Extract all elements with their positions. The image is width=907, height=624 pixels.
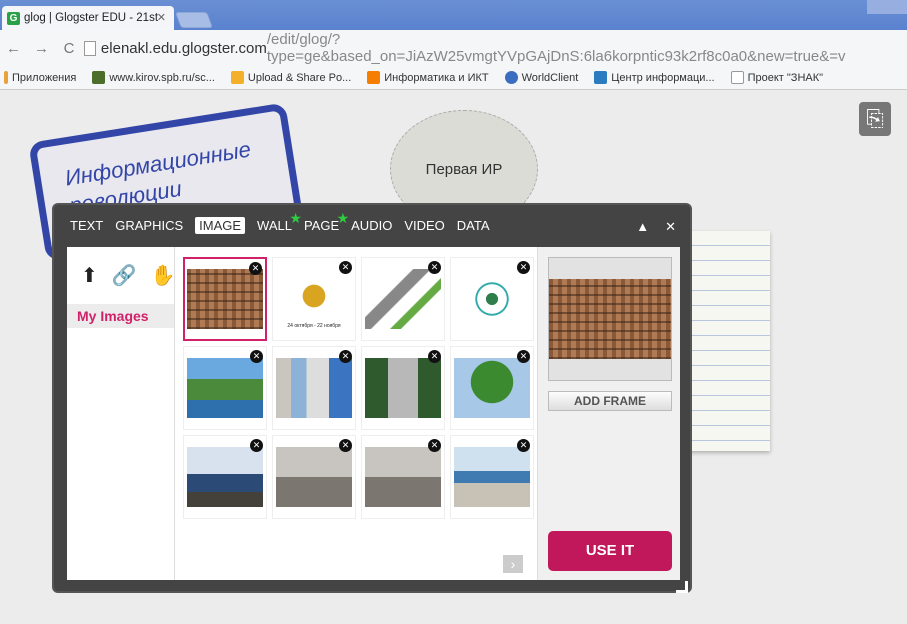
lake-image	[187, 447, 263, 507]
house-image	[454, 447, 530, 507]
page-icon	[84, 40, 96, 56]
upload-icon	[230, 71, 244, 84]
next-page-arrow-icon[interactable]: ›	[503, 555, 523, 573]
tab-page[interactable]: PAGE ★	[304, 210, 349, 233]
image-preview	[548, 257, 672, 381]
delete-icon[interactable]: ✕	[339, 350, 352, 363]
collapse-icon[interactable]: ▲	[636, 219, 649, 235]
star-icon: ★	[289, 210, 302, 226]
upload-arrow-icon[interactable]: ⬆	[81, 263, 98, 288]
delete-icon[interactable]: ✕	[250, 439, 263, 452]
my-images-item[interactable]: My Images	[67, 304, 174, 328]
forward-icon[interactable]: →	[34, 40, 49, 57]
thumb-mountain[interactable]: ✕	[183, 346, 267, 430]
microscope-image	[365, 269, 441, 329]
delete-icon[interactable]: ✕	[428, 350, 441, 363]
bridge-image	[365, 358, 441, 418]
thumb-board[interactable]: ✕	[272, 346, 356, 430]
preview-cuneiform-image	[549, 279, 671, 359]
thumb-fountain-2[interactable]: ✕	[361, 435, 445, 519]
thumb-house[interactable]: ✕	[450, 435, 534, 519]
tree-image	[454, 358, 530, 418]
delete-icon[interactable]: ✕	[250, 350, 263, 363]
thumb-lake[interactable]: ✕	[183, 435, 267, 519]
hand-icon[interactable]: ✋	[151, 263, 176, 288]
cuneiform-image	[187, 269, 263, 329]
blogger-icon	[367, 71, 381, 84]
kirov-icon	[92, 71, 106, 84]
apps-icon	[4, 71, 8, 84]
tab-wall[interactable]: WALL ★	[257, 210, 302, 233]
thumb-scorpion[interactable]: 24 октября - 22 ноября ✕	[272, 257, 356, 341]
tab-video[interactable]: VIDEO	[404, 218, 444, 233]
add-frame-button[interactable]: ADD FRAME	[548, 391, 672, 411]
thumb-microscope[interactable]: ✕	[361, 257, 445, 341]
thumb-fountain-1[interactable]: ✕	[272, 435, 356, 519]
image-dialog: TEXT GRAPHICS IMAGE WALL ★ PAGE ★ AUDIO VI…	[52, 203, 692, 593]
back-icon[interactable]: ←	[6, 40, 21, 57]
tab-strip: G glog | Glogster EDU - 21st ✕	[0, 0, 907, 30]
delete-icon[interactable]: ✕	[339, 439, 352, 452]
bookmarks-bar: Приложения www.kirov.spb.ru/sc... Upload…	[0, 66, 907, 90]
tab-title: glog | Glogster EDU - 21st	[24, 12, 159, 24]
tab-graphics[interactable]: GRAPHICS	[115, 218, 183, 233]
tab-data[interactable]: DATA	[457, 218, 490, 233]
resize-handle[interactable]	[676, 581, 688, 593]
link-icon[interactable]: 🔗	[112, 263, 137, 288]
bookmark-worldclient[interactable]: WorldClient	[504, 71, 578, 84]
thumb-circle-diagram[interactable]: ✕	[450, 257, 534, 341]
thumb-bridge[interactable]: ✕	[361, 346, 445, 430]
scorpion-caption: 24 октября - 22 ноября	[287, 323, 341, 329]
circle-diagram-image	[454, 269, 530, 329]
delete-icon[interactable]: ✕	[339, 261, 352, 274]
page-icon	[730, 71, 744, 84]
circle-text: Первая ИР	[425, 160, 503, 178]
lined-paper-sticker[interactable]	[680, 231, 770, 451]
delete-icon[interactable]: ✕	[249, 262, 262, 275]
board-image	[276, 358, 352, 418]
mountain-image	[187, 358, 263, 418]
fountain-image	[276, 447, 352, 507]
use-it-button[interactable]: USE IT	[548, 531, 672, 571]
preview-panel: ADD FRAME USE IT	[537, 247, 680, 580]
bookmark-center[interactable]: Центр информаци...	[594, 71, 715, 84]
dialog-body: ⬆ 🔗 ✋ My Images ✕ 24 октября - 22 ноября…	[67, 247, 680, 580]
tab-close-icon[interactable]: ✕	[157, 11, 166, 24]
close-icon[interactable]: ✕	[665, 219, 676, 235]
thumb-tree[interactable]: ✕	[450, 346, 534, 430]
dialog-menu: TEXT GRAPHICS IMAGE WALL ★ PAGE ★ AUDIO VI…	[70, 210, 502, 234]
url-path: /edit/glog/?type=ge&based_on=JiAzW25vmgt…	[266, 31, 846, 65]
delete-icon[interactable]: ✕	[517, 350, 530, 363]
delete-icon[interactable]: ✕	[517, 261, 530, 274]
glogster-favicon: G	[7, 11, 20, 25]
tab-audio[interactable]: AUDIO	[351, 218, 392, 233]
delete-icon[interactable]: ✕	[517, 439, 530, 452]
browser-toolbar: ← → C elenakl.edu.glogster.com /edit/glo…	[0, 30, 907, 66]
delete-icon[interactable]: ✕	[428, 439, 441, 452]
bookmark-upload[interactable]: Upload & Share Po...	[230, 71, 351, 84]
tab-text[interactable]: TEXT	[70, 218, 103, 233]
new-tab-button[interactable]	[175, 12, 213, 28]
image-grid: ✕ 24 октября - 22 ноября ✕ ✕ ✕ ✕ ✕ ✕ ✕ ✕ …	[183, 257, 534, 519]
star-icon: ★	[336, 210, 350, 226]
bookmark-informatika[interactable]: Информатика и ИКТ	[367, 71, 489, 84]
scorpion-image: 24 октября - 22 ноября	[276, 269, 352, 329]
browser-tab[interactable]: G glog | Glogster EDU - 21st ✕	[2, 6, 174, 30]
reload-icon[interactable]: C	[62, 40, 76, 57]
globe-icon	[504, 71, 518, 84]
bookmark-znak[interactable]: Проект "ЗНАК"	[730, 71, 823, 84]
delete-icon[interactable]: ✕	[428, 261, 441, 274]
url-host: elenakl.edu.glogster.com	[100, 39, 267, 57]
paperclip-icon[interactable]: ⎘	[859, 102, 891, 136]
thumb-cuneiform[interactable]: ✕	[183, 257, 267, 341]
address-bar[interactable]: elenakl.edu.glogster.com /edit/glog/?typ…	[84, 31, 907, 65]
window-controls[interactable]	[867, 0, 907, 14]
fountain-image	[365, 447, 441, 507]
bookmark-kirov[interactable]: www.kirov.spb.ru/sc...	[92, 71, 215, 84]
tab-image[interactable]: IMAGE	[195, 217, 246, 234]
bookmark-apps[interactable]: Приложения	[4, 71, 76, 84]
center-icon	[594, 71, 608, 84]
source-panel: ⬆ 🔗 ✋ My Images	[67, 247, 176, 580]
